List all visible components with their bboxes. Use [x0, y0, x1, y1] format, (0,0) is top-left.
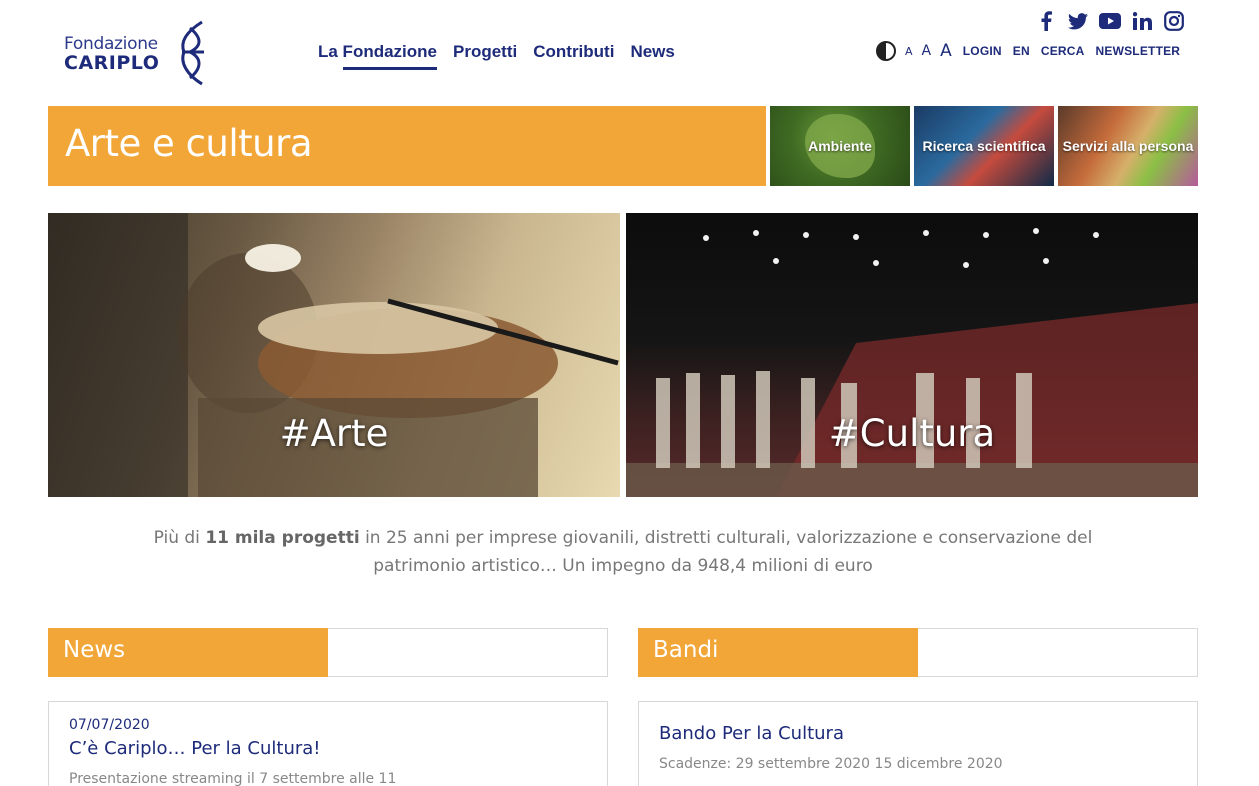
main-nav: La Fondazione Progetti Contributi News [318, 42, 675, 70]
font-size-large[interactable]: A [940, 41, 952, 61]
nav-la-fondazione[interactable]: La Fondazione [318, 42, 437, 70]
bandi-panel-header: Bandi [638, 628, 1198, 677]
instagram-icon[interactable] [1163, 10, 1185, 32]
news-subtitle: Presentazione streaming il 7 settembre a… [69, 771, 397, 786]
hero-arte[interactable]: #Arte [48, 213, 620, 497]
intro-highlight: 11 mila progetti [205, 528, 360, 548]
facebook-icon[interactable] [1035, 10, 1057, 32]
bandi-heading[interactable]: Bandi [638, 628, 918, 677]
logo-line1: Fondazione [64, 34, 158, 54]
logo-line2: CARIPLO [64, 52, 160, 74]
bando-card[interactable]: Bando Per la Cultura Scadenze: 29 settem… [638, 701, 1198, 786]
font-size-medium[interactable]: A [922, 43, 932, 59]
login-link[interactable]: LOGIN [963, 44, 1002, 58]
news-date: 07/07/2020 [69, 717, 150, 733]
intro-text: Più di 11 mila progetti in 25 anni per i… [148, 524, 1098, 580]
category-servizi-alla-persona[interactable]: Servizi alla persona [1058, 106, 1198, 186]
font-size-small[interactable]: A [905, 45, 913, 58]
hero-cultura-label: #Cultura [828, 412, 996, 455]
news-card[interactable]: 07/07/2020 C’è Cariplo… Per la Cultura! … [48, 701, 608, 786]
search-link[interactable]: CERCA [1041, 44, 1085, 58]
page-title: Arte e cultura [65, 122, 313, 165]
newsletter-link[interactable]: NEWSLETTER [1096, 44, 1181, 58]
hero-cultura[interactable]: #Cultura [626, 213, 1198, 497]
nav-contributi[interactable]: Contributi [533, 42, 614, 68]
logo-mark-icon [181, 20, 204, 86]
news-title[interactable]: C’è Cariplo… Per la Cultura! [69, 738, 321, 759]
page-title-bar: Arte e cultura [48, 106, 766, 186]
contrast-toggle-icon[interactable] [876, 41, 896, 61]
youtube-icon[interactable] [1099, 10, 1121, 32]
news-heading[interactable]: News [48, 628, 328, 677]
nav-progetti[interactable]: Progetti [453, 42, 517, 68]
intro-rest: in 25 anni per imprese giovanili, distre… [359, 528, 1093, 576]
hero-arte-label: #Arte [279, 412, 389, 455]
intro-prefix: Più di [153, 528, 206, 548]
fondazione-cariplo-logo[interactable]: Fondazione CARIPLO [64, 20, 209, 86]
category-label: Servizi alla persona [1062, 138, 1194, 154]
category-ricerca-scientifica[interactable]: Ricerca scientifica [914, 106, 1054, 186]
bando-title[interactable]: Bando Per la Cultura [659, 723, 844, 744]
social-links [1035, 10, 1185, 32]
language-link[interactable]: EN [1013, 44, 1030, 58]
linkedin-icon[interactable] [1131, 10, 1153, 32]
nav-news[interactable]: News [630, 42, 674, 68]
news-panel-header: News [48, 628, 608, 677]
category-label: Ambiente [808, 138, 872, 154]
category-label: Ricerca scientifica [922, 138, 1046, 154]
twitter-icon[interactable] [1067, 10, 1089, 32]
utility-nav: A A A LOGIN EN CERCA NEWSLETTER [876, 40, 1180, 62]
category-ambiente[interactable]: Ambiente [770, 106, 910, 186]
bando-deadlines: Scadenze: 29 settembre 2020 15 dicembre … [659, 756, 1003, 772]
